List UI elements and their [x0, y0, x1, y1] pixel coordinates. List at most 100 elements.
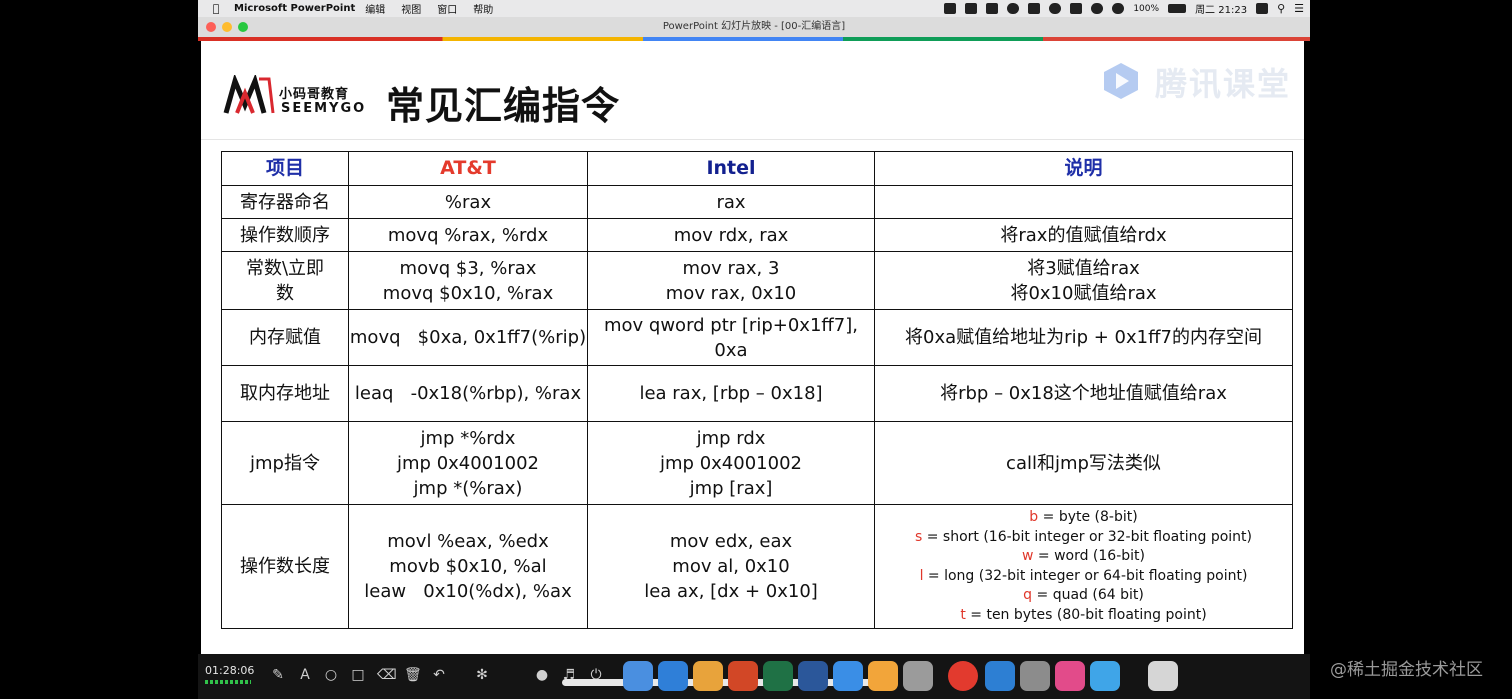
- extension-icon[interactable]: [1028, 3, 1041, 14]
- volume-icon[interactable]: [1112, 3, 1125, 14]
- audio-level-meter: [205, 680, 251, 684]
- cell-line: jmp 0x4001002: [397, 452, 539, 474]
- cell-item: 操作数长度: [221, 504, 349, 629]
- dock-finder-icon[interactable]: [623, 661, 653, 691]
- dock-word-icon[interactable]: [798, 661, 828, 691]
- suffix-text: = short (16-bit integer or 32-bit floati…: [922, 528, 1253, 545]
- header-description: 说明: [874, 151, 1293, 186]
- apple-icon[interactable]: : [206, 2, 226, 15]
- player-toolbar: 01:28:06 ✎ A ○ □ ⌫ 🗑 ↶ ✻ ● ♬ ⏻: [198, 654, 1310, 699]
- microphone-icon[interactable]: ●: [534, 667, 550, 683]
- cell-intel: mov edx, eax mov al, 0x10 lea ax, [dx + …: [587, 504, 875, 629]
- cell-item: 常数\立即 数: [221, 251, 349, 310]
- header-intel: Intel: [587, 151, 875, 186]
- undo-icon[interactable]: ↶: [431, 667, 447, 683]
- table-row: 操作数长度 movl %eax, %edx movb $0x10, %al le…: [221, 504, 1293, 629]
- cell-line: 取内存地址: [240, 383, 330, 404]
- suffix-key: b: [1029, 509, 1039, 525]
- settings-icon[interactable]: ✻: [474, 667, 490, 683]
- table-header-row: 项目 AT&T Intel 说明: [221, 151, 1293, 186]
- chat-icon[interactable]: [1070, 3, 1083, 14]
- rectangle-tool-icon[interactable]: □: [350, 667, 366, 683]
- cell-item: 取内存地址: [221, 365, 349, 422]
- eraser-icon[interactable]: ⌫: [377, 667, 397, 683]
- suffix-key: w: [1021, 548, 1034, 564]
- dock-excel-icon[interactable]: [763, 661, 793, 691]
- watermark-text: 腾讯课堂: [1155, 65, 1292, 103]
- cell-line: movq $3, %rax: [399, 257, 537, 279]
- screen-record-icon[interactable]: [965, 3, 978, 14]
- cell-intel: rax: [587, 185, 875, 219]
- cell-desc: 将rax的值赋值给rdx: [874, 218, 1293, 252]
- cell-att: movq $0xa, 0x1ff7(%rip): [348, 309, 588, 366]
- dock-vlc-icon[interactable]: [868, 661, 898, 691]
- cell-desc: 将rbp – 0x18这个地址值赋值给rax: [874, 365, 1293, 422]
- dock-trash-icon[interactable]: [1148, 661, 1178, 691]
- dock-screenshot-icon[interactable]: [985, 661, 1015, 691]
- dock-photo-icon[interactable]: [903, 661, 933, 691]
- minimize-window-button[interactable]: [222, 22, 232, 32]
- dock-safari-icon[interactable]: [658, 661, 688, 691]
- dock-system-preferences-icon[interactable]: [1020, 661, 1050, 691]
- cell-line: movq $0xa, 0x1ff7(%rip): [349, 327, 587, 348]
- cell-line: 将rbp – 0x18这个地址值赋值给rax: [940, 383, 1227, 404]
- dock-xcode-instruments-icon[interactable]: [1090, 661, 1120, 691]
- dock-folder-icon[interactable]: [1055, 661, 1085, 691]
- cell-line: movl %eax, %edx: [387, 531, 549, 552]
- cell-line: lea rax, [rbp – 0x18]: [639, 383, 823, 404]
- table-row: 操作数顺序 movq %rax, %rdx mov rdx, rax 将rax的…: [221, 218, 1293, 252]
- dock-powerpoint-icon[interactable]: [728, 661, 758, 691]
- suffix-line: l = long (32-bit integer or 64-bit float…: [875, 567, 1292, 587]
- cell-line: leaq -0x18(%rbp), %rax: [354, 383, 582, 404]
- cell-line: mov edx, eax: [669, 531, 793, 552]
- dock-netease-icon[interactable]: [948, 661, 978, 691]
- app-status-icon[interactable]: [986, 3, 999, 14]
- header-att: AT&T: [348, 151, 588, 186]
- battery-icon[interactable]: [1168, 4, 1187, 13]
- cell-line: mov rax, 0x10: [665, 282, 797, 304]
- cell-intel: mov rax, 3 mov rax, 0x10: [587, 251, 875, 310]
- cell-desc: b = byte (8-bit) s = short (16-bit integ…: [874, 504, 1293, 629]
- menu-app-name[interactable]: Microsoft PowerPoint: [234, 3, 355, 14]
- cell-desc: [874, 185, 1293, 219]
- cell-line: jmp [rax]: [689, 477, 773, 499]
- suffix-text: = word (16-bit): [1033, 548, 1145, 564]
- trash-icon[interactable]: 🗑: [404, 667, 422, 683]
- cell-att: movq %rax, %rdx: [348, 218, 588, 252]
- logo-text-cn: 小码哥教育: [279, 87, 350, 102]
- cell-line: 将rax的值赋值给rdx: [1000, 224, 1167, 246]
- menu-help[interactable]: 帮助: [473, 1, 493, 16]
- microphone-icon[interactable]: [1007, 3, 1020, 14]
- menu-edit[interactable]: 编辑: [365, 1, 385, 16]
- cell-intel: mov rdx, rax: [587, 218, 875, 252]
- cell-att: jmp *%rdx jmp 0x4001002 jmp *(%rax): [348, 421, 588, 505]
- text-tool-icon[interactable]: A: [297, 667, 313, 683]
- control-center-icon[interactable]: ☰: [1294, 2, 1304, 15]
- close-window-button[interactable]: [206, 22, 216, 32]
- menu-window[interactable]: 窗口: [437, 1, 457, 16]
- table-row: 寄存器命名 %rax rax: [221, 185, 1293, 219]
- cell-line: movq %rax, %rdx: [387, 224, 549, 246]
- menu-view[interactable]: 视图: [401, 1, 421, 16]
- circle-tool-icon[interactable]: ○: [323, 667, 339, 683]
- zoom-window-button[interactable]: [238, 22, 248, 32]
- dock-xcode-icon[interactable]: [833, 661, 863, 691]
- cell-item: jmp指令: [221, 421, 349, 505]
- dock-chrome-icon[interactable]: [693, 661, 723, 691]
- suffix-line: s = short (16-bit integer or 32-bit floa…: [875, 528, 1292, 548]
- airplane-icon[interactable]: [944, 3, 957, 14]
- cell-intel: mov qword ptr [rip+0x1ff7], 0xa: [587, 309, 875, 366]
- suffix-line: w = word (16-bit): [875, 547, 1292, 567]
- sogou-input-icon[interactable]: [1256, 3, 1269, 14]
- cell-item: 操作数顺序: [221, 218, 349, 252]
- cell-line: mov rax, 3: [682, 257, 780, 279]
- seemygo-logo-icon: [223, 75, 275, 114]
- spotlight-icon[interactable]: ⚲: [1277, 2, 1285, 15]
- table-row: jmp指令 jmp *%rdx jmp 0x4001002 jmp *(%rax…: [221, 421, 1293, 505]
- pen-icon[interactable]: ✎: [270, 667, 286, 683]
- cloud-icon[interactable]: [1049, 3, 1062, 14]
- clock[interactable]: 周二 21:23: [1195, 1, 1247, 16]
- wifi-icon[interactable]: [1091, 3, 1104, 14]
- suffix-text: = byte (8-bit): [1038, 509, 1138, 525]
- cell-line: 将3赋值给rax: [1027, 257, 1140, 279]
